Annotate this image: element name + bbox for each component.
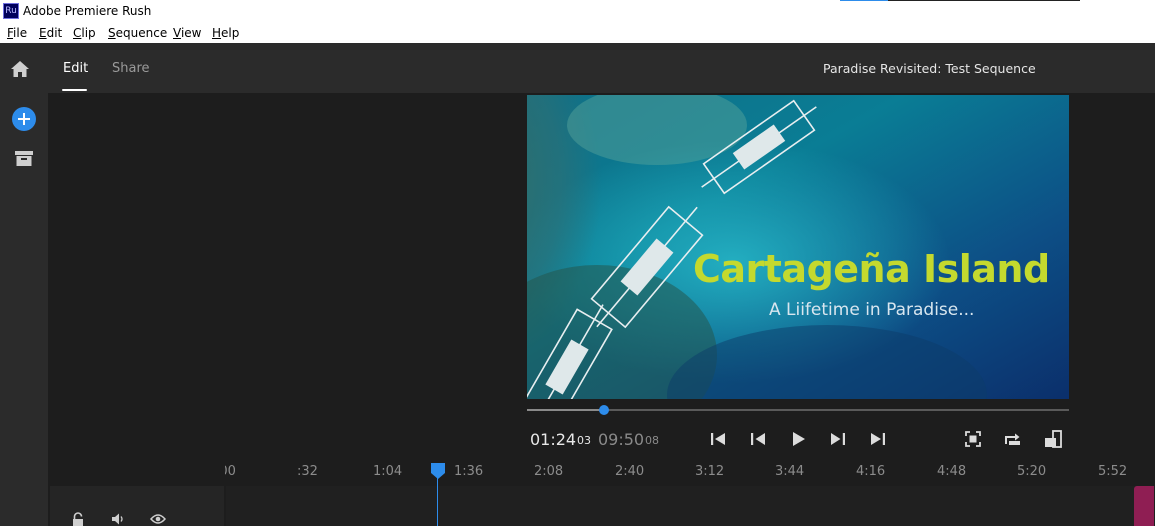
menu-help[interactable]: Help: [212, 26, 239, 40]
ruler-label: 3:12: [695, 464, 725, 479]
ruler-label: 4:16: [856, 464, 886, 479]
skip-to-end-icon[interactable]: [869, 430, 887, 448]
left-sidebar: [0, 93, 48, 526]
tab-edit[interactable]: Edit: [63, 61, 88, 76]
current-frames: 03: [577, 434, 591, 447]
title-bar: Ru Adobe Premiere Rush: [0, 0, 1155, 23]
aspect-ratio-icon[interactable]: [1044, 430, 1062, 448]
ruler-label: :32: [297, 464, 318, 479]
ruler-label: 1:36: [454, 464, 484, 479]
lock-icon[interactable]: [71, 512, 85, 526]
ruler-label: 5:52: [1098, 464, 1128, 479]
menu-clip[interactable]: Clip: [73, 26, 96, 40]
ruler-label: 3:44: [775, 464, 805, 479]
ruler-label: :00: [225, 464, 236, 479]
playhead-handle[interactable]: [430, 462, 446, 480]
window-decoration-2: [888, 0, 1080, 1]
volume-icon[interactable]: [111, 512, 125, 526]
ruler-label: 4:48: [937, 464, 967, 479]
duration-frames: 08: [645, 434, 659, 447]
top-navigation: Edit Share Paradise Revisited: Test Sequ…: [0, 43, 1155, 93]
timeline-track-area[interactable]: [226, 486, 1155, 526]
plus-icon[interactable]: [12, 107, 36, 131]
fit-screen-icon[interactable]: [964, 430, 982, 448]
active-tab-indicator: [62, 89, 87, 91]
ruler-label: 5:20: [1017, 464, 1047, 479]
window-decoration: [840, 0, 888, 1]
window-title: Adobe Premiere Rush: [23, 4, 152, 18]
ruler-label: 1:04: [373, 464, 403, 479]
home-icon[interactable]: [10, 60, 30, 78]
menu-bar: File Edit Clip Sequence View Help: [0, 23, 1155, 43]
ruler-label: 2:08: [534, 464, 564, 479]
timeline-ruler[interactable]: :00 :32 1:04 1:36 2:08 2:40 3:12 3:44 4:…: [225, 460, 1155, 484]
sequence-title: Paradise Revisited: Test Sequence: [823, 61, 1036, 76]
skip-to-start-icon[interactable]: [709, 430, 727, 448]
menu-view[interactable]: View: [173, 26, 201, 40]
menu-file[interactable]: File: [7, 26, 27, 40]
app-icon: Ru: [3, 3, 19, 19]
step-forward-icon[interactable]: [829, 430, 847, 448]
tab-share[interactable]: Share: [112, 61, 150, 76]
timeline-end-marker[interactable]: [1134, 486, 1154, 526]
step-back-icon[interactable]: [749, 430, 767, 448]
preview-subtitle: A Liifetime in Paradise...: [769, 300, 975, 320]
playhead-line: [437, 478, 438, 526]
scrub-progress: [527, 409, 604, 411]
menu-sequence[interactable]: Sequence: [108, 26, 167, 40]
ruler-label: 2:40: [615, 464, 645, 479]
play-icon[interactable]: [789, 430, 807, 448]
menu-edit[interactable]: Edit: [39, 26, 62, 40]
duration-time: 09:50: [598, 430, 645, 449]
scrub-handle[interactable]: [598, 405, 609, 415]
eye-icon[interactable]: [150, 512, 166, 526]
preview-title: Cartageña Island: [693, 247, 1050, 291]
media-bin-icon[interactable]: [15, 151, 33, 166]
current-time: 01:24: [530, 430, 577, 449]
loop-icon[interactable]: [1004, 430, 1022, 448]
